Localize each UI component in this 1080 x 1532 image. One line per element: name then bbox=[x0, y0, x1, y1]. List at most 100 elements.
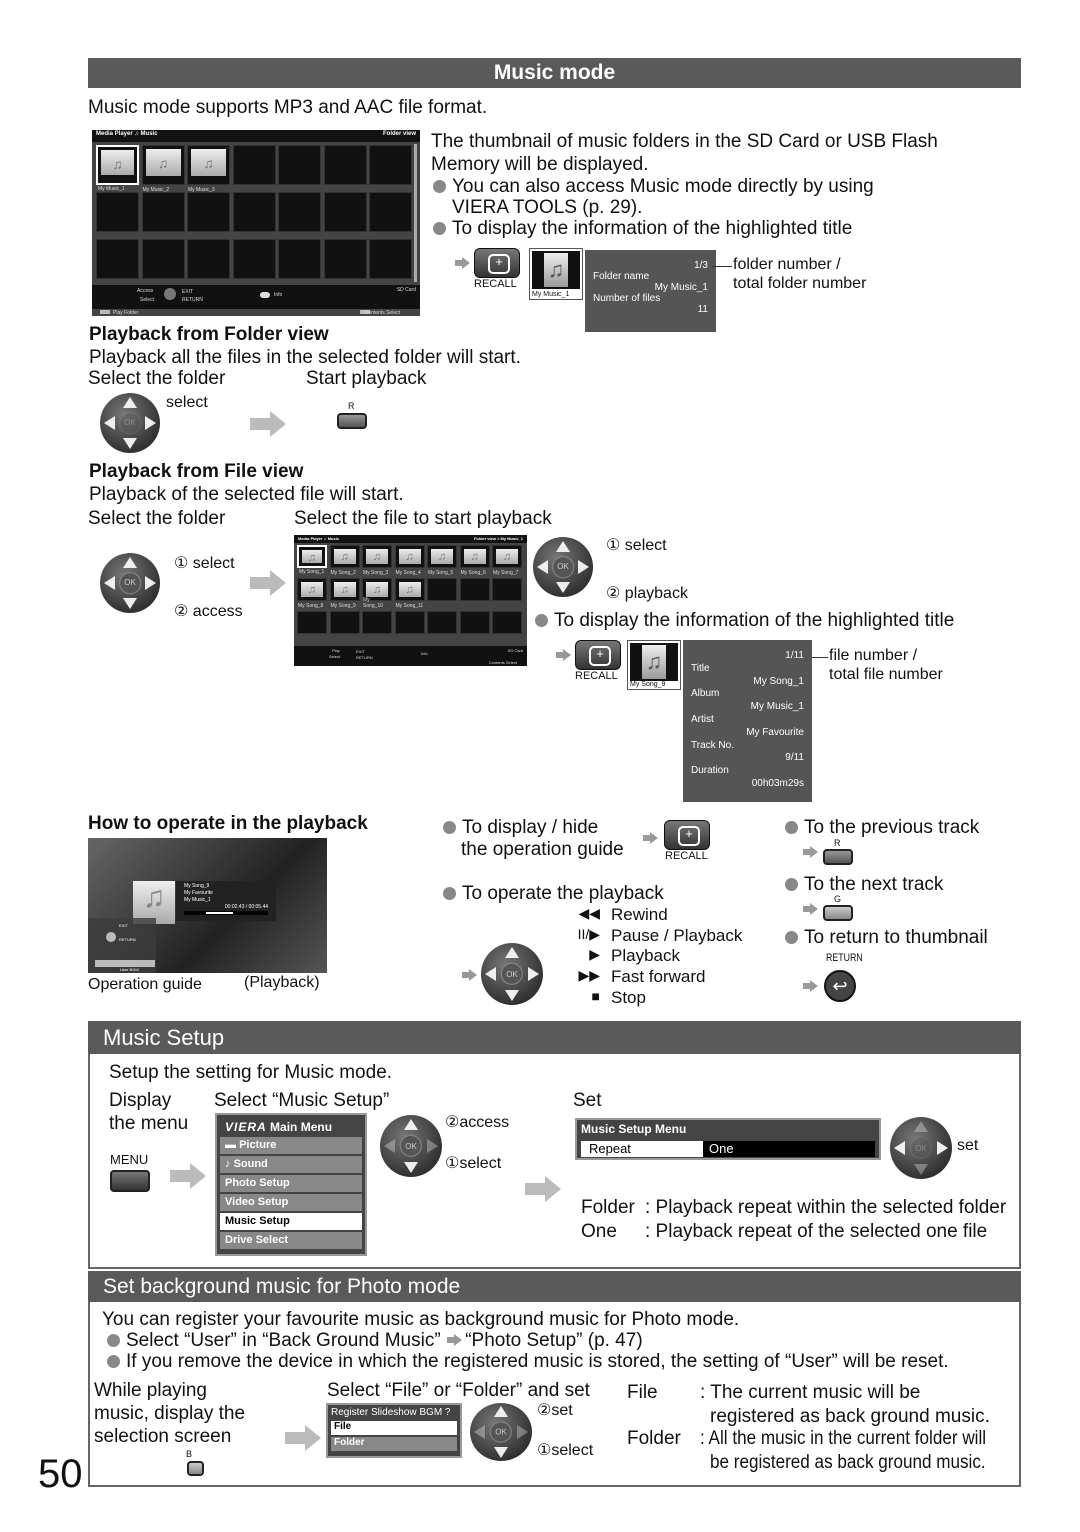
thumbnail-tile bbox=[96, 192, 139, 232]
music-note-icon: ♫ bbox=[398, 582, 421, 597]
set-label: ②set bbox=[537, 1402, 573, 1419]
footer-play: Play bbox=[332, 648, 340, 653]
menu-button-icon bbox=[110, 1170, 150, 1192]
arrow-icon bbox=[170, 1163, 206, 1189]
screen-header: Media Player ♫ Music Folder view > My Mus… bbox=[294, 535, 527, 543]
tile-label: My Song_7 bbox=[493, 570, 519, 576]
red-button-icon bbox=[337, 413, 367, 429]
dpad-icon: OK bbox=[890, 1117, 952, 1179]
music-note-icon: ♫ bbox=[366, 582, 388, 597]
bullet-info: To display the information of the highli… bbox=[433, 218, 852, 240]
folder-name: My Music_1 bbox=[654, 282, 708, 293]
playback-screen: ♫ My Song_9 My Favourite My Music_1 00:0… bbox=[88, 838, 327, 973]
music-note-icon: ♫ bbox=[496, 549, 518, 564]
thumbnail-tile[interactable]: ♫ My Music_3 bbox=[187, 145, 230, 193]
step-start-playback: Start playback bbox=[306, 368, 427, 389]
thumbnail-tile[interactable]: ♫ My Song_2 bbox=[329, 545, 360, 576]
music-note-icon: ♫ bbox=[101, 150, 134, 176]
thumbnail-tile[interactable]: ♫ My Song_3 bbox=[362, 545, 392, 576]
r-label: R bbox=[834, 838, 841, 848]
screen-mode: Music bbox=[140, 131, 158, 137]
access-label: ②access bbox=[445, 1114, 510, 1131]
file-view-screen: Media Player ♫ Music Folder view > My Mus… bbox=[294, 535, 527, 666]
guide-exit: EXIT bbox=[119, 923, 128, 928]
bgm-intro: You can register your favourite music as… bbox=[102, 1309, 740, 1330]
thumbnail-tile bbox=[369, 145, 412, 185]
bullet-display-guide-cont: the operation guide bbox=[461, 839, 624, 860]
repeat-value-selector[interactable]: One bbox=[703, 1141, 875, 1157]
annotation-file-number: file number / bbox=[829, 647, 918, 664]
thumbnail-tile[interactable]: ♫ My Song_4 bbox=[394, 545, 425, 576]
desc-one: : Playback repeat of the selected one fi… bbox=[645, 1221, 988, 1242]
step-select-music-setup: Select “Music Setup” bbox=[214, 1090, 390, 1111]
thumbnail-tile[interactable]: ♫ My Song_7 bbox=[492, 545, 522, 576]
set-label: set bbox=[957, 1137, 979, 1154]
thumbnail-tile bbox=[394, 611, 425, 634]
menu-item-video-setup[interactable]: Video Setup bbox=[220, 1194, 362, 1211]
tile-label: My Song_4 bbox=[395, 570, 421, 576]
step-set: Set bbox=[573, 1090, 602, 1111]
guide-return: RETURN bbox=[119, 937, 136, 942]
control-symbol-icon: II/▶ bbox=[577, 925, 600, 942]
bgm-dialog: Register Slideshow BGM ? File Folder bbox=[326, 1403, 462, 1458]
thumbnail-tile[interactable]: ♫ My Song_5 bbox=[427, 545, 457, 576]
recall-button-icon bbox=[474, 248, 520, 278]
thumbnail-tile[interactable]: ♫ My Music_2 bbox=[141, 145, 185, 193]
thumbnail-tile[interactable]: ♫ My Song_1 bbox=[297, 545, 327, 575]
folder-playback-text: Playback all the files in the selected f… bbox=[89, 347, 521, 368]
caption-operation-guide: Operation guide bbox=[88, 976, 202, 993]
music-note-icon: ♫ bbox=[301, 582, 323, 597]
term-folder: Folder bbox=[581, 1197, 635, 1218]
caption-playback: (Playback) bbox=[244, 974, 320, 991]
screen-view: Folder view > My Music_1 bbox=[473, 536, 523, 541]
menu-item-sound[interactable]: ♪ Sound bbox=[220, 1156, 362, 1173]
access-label: ② access bbox=[174, 603, 243, 620]
control-symbol-icon: ▶ bbox=[589, 946, 600, 963]
operate-heading: How to operate in the playback bbox=[88, 813, 368, 834]
album-value: My Music_1 bbox=[750, 701, 804, 713]
bullet-return-thumbnail: To return to thumbnail bbox=[785, 927, 988, 949]
dpad-icon: OK bbox=[100, 553, 160, 613]
footer-select: Select bbox=[329, 654, 341, 659]
menu-item-picture[interactable]: ▬ Picture bbox=[220, 1137, 362, 1154]
thumbnail-tile[interactable]: ♫ My Song_10 bbox=[362, 578, 392, 609]
tile-label: My Song_6 bbox=[460, 570, 486, 576]
step-display: Display bbox=[109, 1090, 172, 1111]
screen-footer: Play Select EXIT RETURN Info SD Card Con… bbox=[294, 646, 527, 666]
artist-value: My Favourite bbox=[746, 726, 804, 738]
green-button-icon bbox=[823, 905, 853, 921]
thumbnail-tile bbox=[232, 145, 276, 185]
music-note-icon: ♫ bbox=[398, 549, 421, 564]
thumbnail-tile[interactable]: ♫ My Song_6 bbox=[459, 545, 490, 576]
step-while-playing: While playing bbox=[94, 1380, 207, 1401]
thumbnail-tile bbox=[278, 192, 321, 232]
menu-item-photo-setup[interactable]: Photo Setup bbox=[220, 1175, 362, 1192]
dpad-icon: OK bbox=[533, 537, 593, 597]
option-file[interactable]: File bbox=[331, 1421, 457, 1435]
music-note-icon: ♫ bbox=[191, 149, 226, 176]
menu-item-drive-select[interactable]: Drive Select bbox=[220, 1232, 362, 1249]
music-note-icon: ♫ bbox=[302, 550, 322, 564]
footer-info: Info bbox=[274, 292, 283, 298]
menu-item-music-setup[interactable]: Music Setup bbox=[220, 1213, 362, 1230]
bgm-header: Set background music for Photo mode bbox=[88, 1271, 1021, 1302]
thumbnail-tile[interactable]: ♫ My Music_1 bbox=[96, 145, 139, 192]
desc-folder-2: be registered as back ground music. bbox=[710, 1452, 986, 1473]
file-playback-text: Playback of the selected file will start… bbox=[89, 484, 404, 505]
term-file: File bbox=[627, 1382, 658, 1403]
folder-info-panel: 1/3 Folder name My Music_1 Number of fil… bbox=[585, 250, 716, 332]
bullet-viera-tools: You can also access Music mode directly … bbox=[433, 176, 874, 198]
album-label: Album bbox=[691, 688, 720, 700]
thumbnail-tile bbox=[187, 239, 230, 279]
screen-view: Folder view bbox=[382, 131, 416, 137]
thumbnail-tile[interactable]: ♫ My Song_8 bbox=[297, 578, 327, 609]
option-folder[interactable]: Folder bbox=[331, 1437, 457, 1451]
scrollbar[interactable] bbox=[414, 144, 417, 282]
thumbnail-tile bbox=[141, 192, 185, 232]
step-select-file-folder: Select “File” or “Folder” and set bbox=[327, 1380, 590, 1401]
viera-logo: VIERA bbox=[225, 1120, 267, 1134]
thumbnail-tile[interactable]: ♫ My Song_9 bbox=[329, 578, 360, 609]
step-while-playing-2: music, display the bbox=[94, 1403, 246, 1424]
thumbnail-tile[interactable]: ♫ My Song_11 bbox=[394, 578, 425, 609]
footer-select: Select bbox=[140, 297, 154, 303]
